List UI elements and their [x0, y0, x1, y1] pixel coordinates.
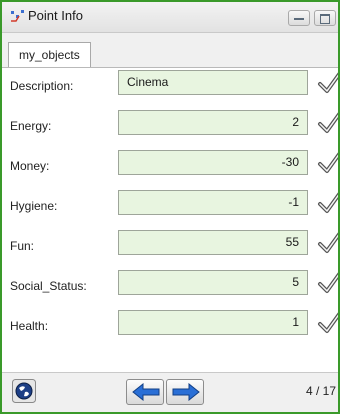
scatter-plot-icon — [11, 10, 24, 22]
field-row-fun: Fun: 55 — [2, 228, 338, 268]
title-bar: Point Info — [2, 2, 338, 33]
window-title: Point Info — [28, 8, 83, 23]
fun-field[interactable]: 55 — [118, 230, 308, 255]
field-row-energy: Energy: 2 — [2, 108, 338, 148]
field-label: Health: — [10, 319, 49, 333]
next-button[interactable] — [166, 379, 204, 405]
field-label: Social_Status: — [10, 279, 87, 293]
field-row-social-status: Social_Status: 5 — [2, 268, 338, 308]
field-label: Fun: — [10, 239, 35, 253]
previous-button[interactable] — [126, 379, 164, 405]
hygiene-field[interactable]: -1 — [118, 190, 308, 215]
checkmark-icon[interactable] — [316, 310, 340, 336]
checkmark-icon[interactable] — [316, 230, 340, 256]
maximize-button[interactable] — [314, 10, 336, 26]
field-row-health: Health: 1 — [2, 308, 338, 348]
description-field[interactable]: Cinema — [118, 70, 308, 95]
energy-field[interactable]: 2 — [118, 110, 308, 135]
field-label: Energy: — [10, 119, 52, 133]
field-label: Hygiene: — [10, 199, 58, 213]
money-field[interactable]: -30 — [118, 150, 308, 175]
checkmark-icon[interactable] — [316, 70, 340, 96]
arrow-left-icon — [132, 383, 160, 401]
field-row-hygiene: Hygiene: -1 — [2, 188, 338, 228]
checkmark-icon[interactable] — [316, 270, 340, 296]
point-info-window: Point Info my_objects Description: Cinem… — [0, 0, 340, 414]
field-row-money: Money: -30 — [2, 148, 338, 188]
checkmark-icon[interactable] — [316, 150, 340, 176]
field-label: Money: — [10, 159, 50, 173]
record-counter: 4 / 17 — [306, 384, 337, 398]
field-row-description: Description: Cinema — [2, 68, 338, 108]
navigation-bar: 4 / 17 — [2, 372, 338, 412]
globe-icon[interactable] — [12, 379, 36, 403]
tab-strip: my_objects — [2, 33, 338, 68]
health-field[interactable]: 1 — [118, 310, 308, 335]
social-status-field[interactable]: 5 — [118, 270, 308, 295]
checkmark-icon[interactable] — [316, 110, 340, 136]
checkmark-icon[interactable] — [316, 190, 340, 216]
fields-panel: Description: Cinema Energy: 2 Money: -30 — [2, 68, 338, 372]
minimize-button[interactable] — [288, 10, 310, 26]
field-label: Description: — [10, 79, 74, 93]
tab-my-objects[interactable]: my_objects — [8, 42, 91, 67]
arrow-right-icon — [172, 383, 200, 401]
